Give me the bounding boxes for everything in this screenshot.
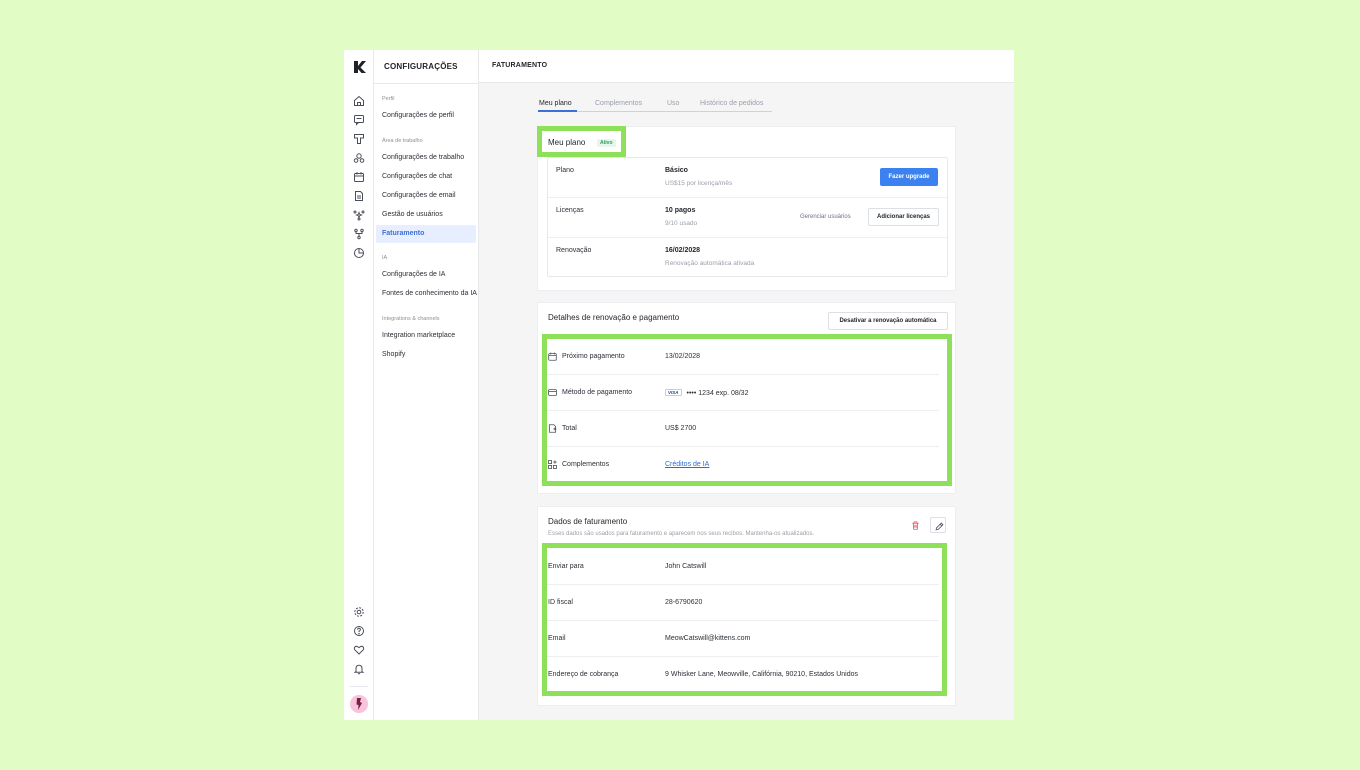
tab-historico-de-pedidos[interactable]: Histórico de pedidos [700, 100, 763, 107]
icon-rail [344, 50, 374, 720]
settings-icon[interactable] [353, 606, 365, 618]
manage-users-button[interactable]: Gerenciar usuários [800, 214, 851, 220]
sidebar-item-integration-marketplace[interactable]: Integration marketplace [376, 327, 476, 345]
help-icon[interactable] [353, 625, 365, 637]
contacts-icon[interactable] [353, 152, 365, 164]
disable-auto-renew-button[interactable]: Desativar a renovação automática [828, 312, 948, 330]
delete-button[interactable] [907, 517, 923, 533]
tab-meu-plano[interactable]: Meu plano [539, 100, 572, 107]
billing-tabs: Meu plano Complementos Uso Histórico de … [538, 98, 772, 112]
sidebar-item-configuracoes-de-chat[interactable]: Configurações de chat [376, 168, 476, 186]
k-logo-icon[interactable] [351, 59, 367, 75]
group-label-perfil: Perfil [382, 96, 395, 102]
renewal-row: Renovação 16/02/2028 Renovação automátic… [548, 238, 947, 278]
tab-uso[interactable]: Uso [667, 100, 679, 107]
plan-row: Plano Básico US$15 por licença/mês Fazer… [548, 158, 947, 198]
renewal-date: 16/02/2028 [665, 247, 701, 254]
upgrade-button[interactable]: Fazer upgrade [880, 168, 938, 186]
settings-sidebar: CONFIGURAÇÕES Perfil Configurações de pe… [374, 50, 479, 720]
sidebar-item-gestao-de-usuarios[interactable]: Gestão de usuários [376, 206, 476, 224]
edit-button[interactable] [930, 517, 946, 533]
heart-icon[interactable] [353, 644, 365, 656]
group-label-area-de-trabalho: Área de trabalho [382, 138, 423, 144]
highlight-billing-data [542, 543, 947, 696]
sidebar-item-configuracoes-de-ia[interactable]: Configurações de IA [376, 266, 476, 284]
sidebar-item-configuracoes-de-trabalho[interactable]: Configurações de trabalho [376, 149, 476, 167]
pencil-icon [935, 522, 943, 530]
app-window: CONFIGURAÇÕES Perfil Configurações de pe… [344, 50, 1014, 720]
plan-price: US$15 por licença/mês [665, 180, 733, 187]
sidebar-title: CONFIGURAÇÕES [384, 62, 458, 71]
flow-icon[interactable] [353, 228, 365, 240]
sidebar-item-configuracoes-de-email[interactable]: Configurações de email [376, 187, 476, 205]
group-label-integrations: Integrations & channels [382, 316, 440, 322]
plan-value: Básico [665, 167, 688, 174]
billing-card-title: Dados de faturamento [548, 517, 628, 526]
document-icon[interactable] [353, 190, 365, 202]
page-title: FATURAMENTO [492, 62, 548, 69]
bell-icon[interactable] [353, 663, 365, 675]
licenses-usage: 9/10 usado [665, 220, 698, 227]
group-label-ia: IA [382, 255, 388, 261]
plan-details-box: Plano Básico US$15 por licença/mês Fazer… [547, 157, 948, 277]
highlight-payment-details [542, 334, 952, 486]
board-icon[interactable] [353, 133, 365, 145]
licenses-row: Licenças 10 pagos 9/10 usado Gerenciar u… [548, 198, 947, 238]
sidebar-item-shopify[interactable]: Shopify [376, 346, 476, 364]
renewal-card-title: Detalhes de renovação e pagamento [548, 313, 680, 322]
rail-divider [350, 686, 368, 687]
plan-label: Plano [556, 167, 574, 174]
calendar-icon[interactable] [353, 171, 365, 183]
avatar[interactable] [350, 695, 368, 713]
add-licenses-button[interactable]: Adicionar licenças [868, 208, 939, 226]
licenses-value: 10 pagos [665, 207, 696, 214]
main-content: FATURAMENTO Meu plano Complementos Uso H… [479, 50, 1014, 720]
sidebar-item-configuracoes-de-perfil[interactable]: Configurações de perfil [376, 107, 476, 125]
chat-icon[interactable] [353, 114, 365, 126]
billing-card-description: Esses dados são usados para faturamento … [548, 531, 815, 537]
trash-icon [911, 520, 919, 530]
sidebar-item-faturamento[interactable]: Faturamento [376, 225, 476, 243]
tab-complementos[interactable]: Complementos [595, 100, 642, 107]
home-icon[interactable] [353, 95, 365, 107]
page-header: FATURAMENTO [479, 50, 1014, 83]
divider [374, 83, 478, 84]
auto-renew-status: Renovação automática ativada [665, 260, 755, 267]
licenses-label: Licenças [556, 207, 584, 214]
renewal-label: Renovação [556, 247, 592, 254]
reports-icon[interactable] [353, 247, 365, 259]
highlight-plan-title [537, 126, 626, 157]
sidebar-item-fontes-de-conhecimento[interactable]: Fontes de conhecimento da IA [376, 285, 477, 303]
sparkle-network-icon[interactable] [353, 209, 365, 221]
active-tab-indicator [538, 110, 577, 112]
